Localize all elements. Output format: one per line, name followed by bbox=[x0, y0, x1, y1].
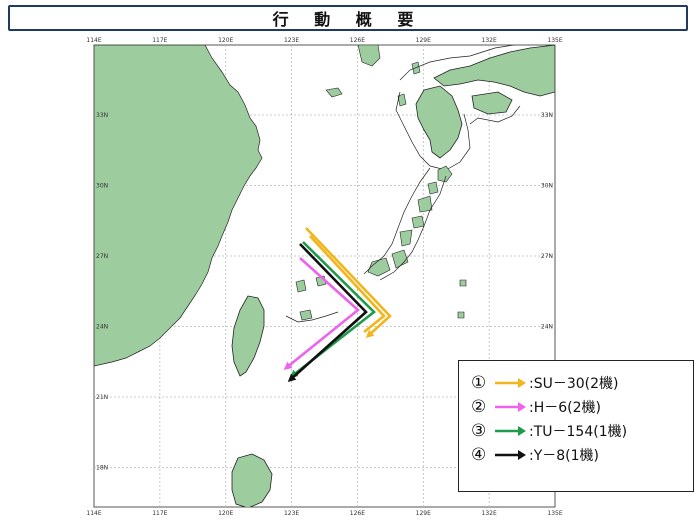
legend-number: ④ bbox=[471, 445, 487, 465]
lat-tick-label: 33N bbox=[541, 112, 553, 119]
lon-tick-label: 135E bbox=[547, 37, 562, 44]
legend-number: ③ bbox=[471, 421, 487, 441]
lon-tick-label: 123E bbox=[284, 37, 299, 44]
legend-label: :SU－30(2機) bbox=[529, 376, 619, 392]
lon-tick-label: 120E bbox=[218, 37, 233, 44]
lat-tick-label: 33N bbox=[96, 112, 108, 119]
lon-tick-label: 114E bbox=[86, 510, 101, 517]
legend-label: :Y－8(1機) bbox=[529, 448, 600, 464]
legend: ① :SU－30(2機) ② :H－6(2機) ③ :TU－154(1機) ④ :Y－8(1機… bbox=[458, 360, 694, 492]
legend-number: ① bbox=[471, 373, 487, 393]
legend-row: ② :H－6(2機) bbox=[471, 395, 693, 419]
lat-tick-label: 24N bbox=[541, 324, 553, 331]
lat-tick-label: 30N bbox=[541, 183, 553, 190]
lat-tick-label: 27N bbox=[96, 253, 108, 260]
legend-arrow-icon bbox=[495, 450, 526, 460]
lon-tick-label: 120E bbox=[218, 510, 233, 517]
legend-arrow-icon bbox=[495, 426, 526, 436]
lat-tick-label: 18N bbox=[96, 465, 108, 472]
lon-tick-label: 126E bbox=[350, 510, 365, 517]
lon-tick-label: 117E bbox=[152, 37, 167, 44]
lat-tick-label: 27N bbox=[541, 253, 553, 260]
lon-tick-label: 114E bbox=[86, 37, 101, 44]
lon-tick-label: 135E bbox=[547, 510, 562, 517]
legend-label: :H－6(2機) bbox=[529, 400, 601, 416]
legend-row: ③ :TU－154(1機) bbox=[471, 419, 693, 443]
lon-tick-label: 117E bbox=[152, 510, 167, 517]
lon-tick-label: 129E bbox=[416, 37, 431, 44]
lat-tick-label: 21N bbox=[96, 394, 108, 401]
lon-tick-label: 126E bbox=[350, 37, 365, 44]
legend-row: ① :SU－30(2機) bbox=[471, 371, 693, 395]
lat-tick-label: 30N bbox=[96, 183, 108, 190]
lon-tick-label: 132E bbox=[482, 510, 497, 517]
legend-arrow-icon bbox=[495, 402, 526, 412]
legend-number: ② bbox=[471, 397, 487, 417]
lon-tick-label: 123E bbox=[284, 510, 299, 517]
legend-arrow-icon bbox=[495, 378, 526, 388]
legend-row: ④ :Y－8(1機) bbox=[471, 443, 693, 467]
lon-tick-label: 129E bbox=[416, 510, 431, 517]
legend-label: :TU－154(1機) bbox=[529, 424, 628, 440]
lat-tick-label: 24N bbox=[96, 324, 108, 331]
lon-tick-label: 132E bbox=[482, 37, 497, 44]
